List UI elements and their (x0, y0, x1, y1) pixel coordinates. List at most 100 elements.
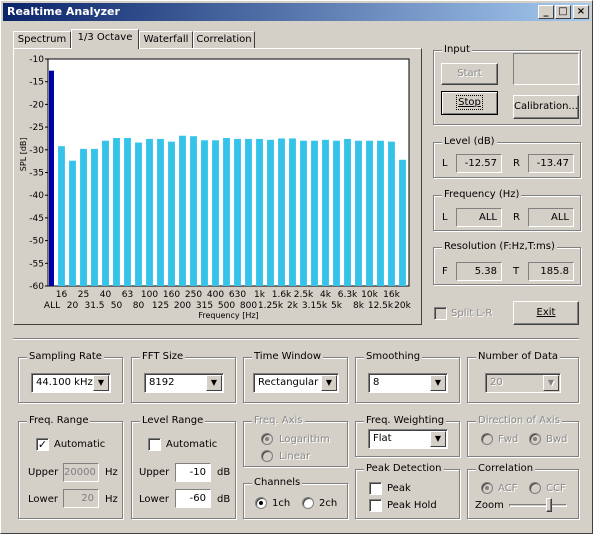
chart-bar (355, 140, 362, 286)
channel-2ch-radio[interactable] (302, 497, 314, 509)
freq-axis-linear-radio[interactable] (261, 450, 273, 462)
direction-fwd-radio[interactable] (481, 433, 493, 445)
correlation-label: Correlation (476, 463, 536, 475)
x-tick-label: 12.5k (368, 301, 394, 311)
freq-axis-linear-label: Linear (279, 451, 311, 462)
level-range-upper-unit: dB (217, 467, 231, 478)
close-button[interactable]: × (573, 5, 589, 19)
chevron-down-icon[interactable]: ▼ (430, 431, 446, 447)
x-tick-label: 5k (331, 301, 343, 311)
exit-button[interactable]: Exit (513, 301, 579, 325)
freq-range-lower-unit: Hz (105, 494, 118, 505)
correlation-acf-radio[interactable] (481, 482, 493, 494)
peak-checkbox[interactable] (369, 482, 382, 495)
x-tick-label: 200 (174, 301, 191, 311)
direction-bwd-label: Bwd (546, 434, 568, 445)
chart-bar (234, 138, 241, 286)
channel-1ch-label: 1ch (272, 498, 291, 509)
tab-correlation[interactable]: Correlation (193, 31, 255, 48)
x-tick-label: 1k (254, 290, 266, 300)
chevron-down-icon[interactable]: ▼ (206, 375, 222, 391)
chart-bar (91, 148, 98, 286)
freq-axis-logarithm-radio[interactable] (261, 433, 273, 445)
x-tick-label: 40 (100, 290, 112, 300)
freq-weighting-label: Freq. Weighting (364, 415, 447, 427)
freq-weighting-select[interactable]: Flat ▼ (368, 429, 448, 449)
peak-detection-label: Peak Detection (364, 463, 444, 475)
level-l-text: -12.57 (464, 158, 497, 169)
split-lr-checkbox[interactable] (434, 307, 447, 320)
correlation-ccf-label: CCF (546, 483, 566, 494)
level-range-lower-input[interactable]: -60 (175, 489, 211, 508)
channel-1ch-radio[interactable] (255, 497, 267, 509)
chevron-down-icon[interactable]: ▼ (321, 375, 337, 391)
chart-bar (157, 138, 164, 286)
level-range-lower-label: Lower (139, 494, 169, 505)
chevron-down-icon[interactable]: ▼ (430, 375, 446, 391)
zoom-slider-track[interactable] (509, 504, 567, 507)
level-l-value: -12.57 (456, 154, 502, 173)
level-r-text: -13.47 (536, 158, 569, 169)
freq-range-lower-input[interactable]: 20 (63, 489, 99, 508)
freq-range-lower-label: Lower (28, 494, 58, 505)
freq-axis-logarithm-label: Logarithm (279, 434, 330, 445)
maximize-button[interactable]: □ (555, 5, 571, 19)
y-tick-label: -10 (29, 55, 44, 65)
chart-bar (322, 139, 329, 286)
frequency-l-label: L (442, 212, 448, 223)
x-tick-label: 25 (78, 290, 89, 300)
main-window: Realtime Analyzer _ □ × Spectrum 1/3 Oct… (0, 0, 593, 534)
start-label: Start (457, 68, 482, 79)
fft-size-label: FFT Size (140, 351, 186, 363)
number-of-data-value: 20 (490, 377, 503, 388)
x-tick-label: ALL (44, 301, 60, 311)
calibration-button[interactable]: Calibration... (513, 95, 579, 119)
x-tick-label: 16 (56, 290, 68, 300)
x-tick-label: 2.5k (294, 290, 314, 300)
level-range-automatic-checkbox[interactable] (148, 438, 161, 451)
input-indicator (513, 53, 579, 85)
x-tick-label: 315 (196, 301, 213, 311)
number-of-data-select[interactable]: 20 ▼ (485, 373, 561, 393)
start-button[interactable]: Start (441, 63, 498, 85)
separator (13, 338, 579, 340)
tab-label: Correlation (196, 34, 252, 45)
stop-button[interactable]: Stop (441, 91, 498, 115)
y-tick-label: -40 (29, 191, 44, 201)
smoothing-select[interactable]: 8 ▼ (368, 373, 448, 393)
checkmark-icon: ✓ (37, 438, 48, 451)
fft-size-select[interactable]: 8192 ▼ (144, 373, 224, 393)
y-tick-label: -15 (29, 78, 44, 88)
freq-range-upper-input[interactable]: 20000 (63, 463, 99, 482)
resolution-t-label: T (513, 266, 520, 277)
chart-bar (366, 140, 373, 286)
tab-spectrum[interactable]: Spectrum (13, 31, 71, 48)
sampling-rate-select[interactable]: 44.100 kHz ▼ (31, 373, 111, 393)
freq-range-automatic-checkbox[interactable]: ✓ (36, 438, 49, 451)
level-r-value: -13.47 (528, 154, 574, 173)
close-icon: × (576, 6, 586, 17)
time-window-select[interactable]: Rectangular ▼ (253, 373, 339, 393)
resolution-f-value: 5.38 (456, 262, 502, 281)
level-range-upper-input[interactable]: -10 (175, 463, 211, 482)
radio-dot (265, 437, 269, 441)
x-tick-label: 10k (361, 290, 378, 300)
tab-third-octave[interactable]: 1/3 Octave (71, 29, 139, 49)
y-tick-label: -55 (29, 259, 44, 269)
calibration-label: Calibration... (514, 101, 578, 112)
tab-waterfall[interactable]: Waterfall (139, 31, 193, 48)
direction-bwd-radio[interactable] (529, 433, 541, 445)
correlation-ccf-radio[interactable] (529, 482, 541, 494)
freq-range-upper-value: 20000 (64, 467, 96, 478)
resolution-t-value: 185.8 (528, 262, 574, 281)
minimize-button[interactable]: _ (538, 5, 554, 19)
chevron-down-icon[interactable]: ▼ (543, 375, 559, 391)
zoom-slider-thumb[interactable] (546, 498, 552, 512)
x-tick-label: 50 (111, 301, 123, 311)
chart-bar-all (49, 70, 54, 286)
sampling-rate-value: 44.100 kHz (36, 377, 93, 388)
title-bar[interactable]: Realtime Analyzer (3, 3, 590, 21)
peak-hold-checkbox[interactable] (369, 499, 382, 512)
chart-bar (267, 139, 274, 286)
chevron-down-icon[interactable]: ▼ (93, 375, 109, 391)
